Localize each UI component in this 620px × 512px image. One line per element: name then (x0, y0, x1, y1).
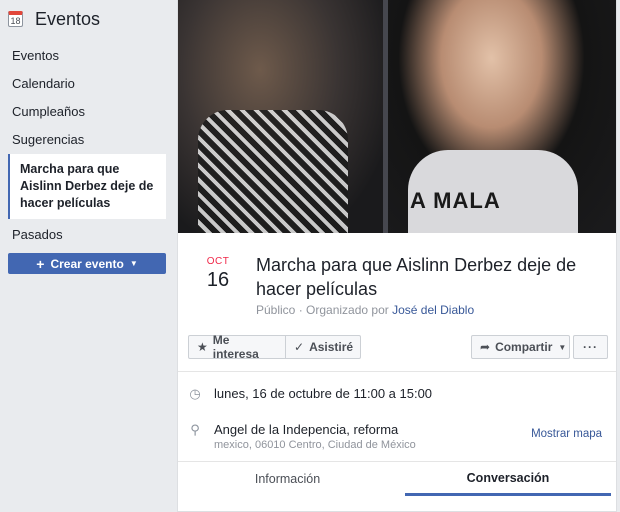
share-arrow-icon: ➦ (480, 340, 491, 354)
going-button[interactable]: ✓ Asistiré (285, 335, 361, 359)
organizer-link[interactable]: José del Diablo (392, 303, 474, 317)
sidebar-item-eventos[interactable]: Eventos (0, 42, 170, 70)
cover-person-left (178, 0, 383, 233)
tab-conversacion[interactable]: Conversación (405, 462, 611, 496)
star-icon: ★ (197, 340, 208, 354)
calendar-icon: 18 (8, 11, 23, 27)
show-map-link[interactable]: Mostrar mapa (531, 428, 602, 440)
tab-informacion[interactable]: Información (178, 462, 397, 496)
place-name[interactable]: Angel de la Indepencia, reforma (214, 422, 416, 437)
sidebar-title[interactable]: Eventos (35, 9, 100, 30)
sidebar-header: 18 Eventos (8, 8, 100, 30)
sidebar-item-cumpleanos[interactable]: Cumpleaños (0, 98, 170, 126)
create-event-label: Crear evento (50, 256, 124, 271)
plus-icon: + (36, 255, 45, 272)
going-label: Asistiré (309, 340, 354, 354)
sidebar-nav: Eventos Calendario Cumpleaños Sugerencia… (0, 42, 170, 249)
divider (178, 371, 616, 372)
place-address: mexico, 06010 Centro, Ciudad de México (214, 439, 416, 451)
event-meta: Público · Organizado por José del Diablo (256, 303, 474, 317)
more-options-button[interactable]: ··· (573, 335, 608, 359)
event-privacy: Público (256, 303, 296, 317)
sidebar: 18 Eventos Eventos Calendario Cumpleaños… (0, 0, 170, 512)
cover-shirt-text: A MALA (410, 188, 501, 213)
event-month: OCT (206, 256, 230, 267)
sidebar-item-pasados[interactable]: Pasados (0, 221, 170, 249)
chevron-down-icon: ▼ (129, 259, 138, 268)
sidebar-item-current-event[interactable]: Marcha para que Aislinn Derbez deje de h… (8, 154, 166, 219)
event-day: 16 (206, 269, 230, 291)
event-title: Marcha para que Aislinn Derbez deje de h… (256, 255, 577, 299)
location-pin-icon: ⚲ (190, 422, 200, 437)
interested-label: Me interesa (212, 333, 259, 361)
event-time-row: ◷ lunes, 16 de octubre de 11:00 a 15:00 (188, 386, 432, 402)
interested-button[interactable]: ★ Me interesa (188, 333, 286, 361)
clock-icon: ◷ (189, 386, 201, 401)
organized-by-label: · Organizado por (298, 303, 389, 317)
create-event-button[interactable]: + Crear evento ▼ (8, 253, 166, 274)
chevron-down-icon: ▼ (558, 342, 567, 352)
event-place-row: ⚲ Angel de la Indepencia, reforma mexico… (188, 422, 416, 451)
event-date: OCT 16 (206, 256, 230, 292)
sidebar-item-calendario[interactable]: Calendario (0, 70, 170, 98)
share-label: Compartir (495, 340, 553, 354)
sidebar-item-sugerencias[interactable]: Sugerencias (0, 126, 170, 154)
cover-photo[interactable]: A MALA (178, 0, 616, 233)
event-time: lunes, 16 de octubre de 11:00 a 15:00 (214, 386, 433, 401)
checkmark-icon: ✓ (294, 340, 305, 354)
event-card: A MALA OCT 16 Marcha para que Aislinn De… (177, 0, 617, 512)
share-button[interactable]: ➦ Compartir ▼ (471, 335, 570, 359)
